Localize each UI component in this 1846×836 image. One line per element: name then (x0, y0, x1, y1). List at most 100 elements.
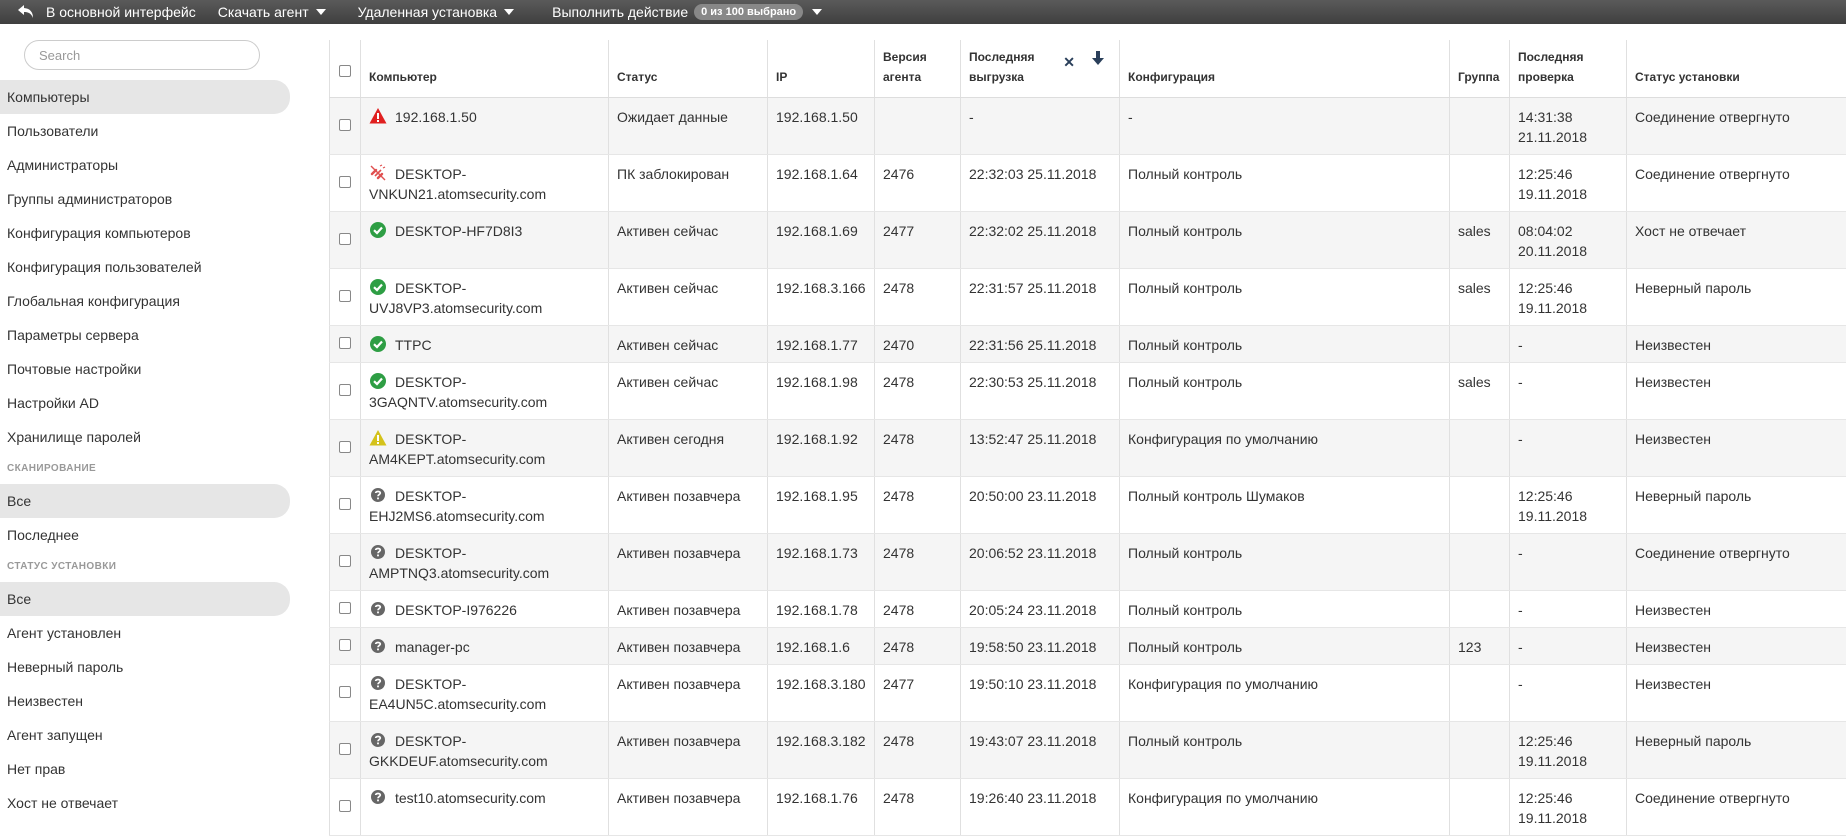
table-row[interactable]: DESKTOP-AM4KEPT.atomsecurity.com Активен … (330, 419, 1846, 476)
row-checkbox[interactable] (339, 119, 351, 131)
col-last-check[interactable]: Последняяпроверка (1510, 40, 1627, 97)
sidebar-item[interactable]: Нет прав (0, 752, 290, 786)
last-check-date: 19.11.2018 (1518, 810, 1587, 826)
last-check-time: - (1518, 431, 1523, 447)
sidebar-item[interactable]: Конфигурация пользователей (0, 250, 290, 284)
last-check-time: - (1518, 602, 1523, 618)
sidebar-item[interactable]: Неверный пароль (0, 650, 290, 684)
remote-install-menu[interactable]: Удаленная установка (358, 0, 515, 24)
table-row[interactable]: TTPCАктивен сейчас192.168.1.77247022:31:… (330, 325, 1846, 362)
ip-cell: 192.168.1.77 (768, 325, 875, 362)
install-status-cell: Неверный пароль (1627, 721, 1846, 778)
sidebar-item[interactable]: Агент установлен (0, 616, 290, 650)
computer-cell: test10.atomsecurity.com (361, 778, 609, 835)
table-row[interactable]: DESKTOP-3GAQNTV.atomsecurity.comАктивен … (330, 362, 1846, 419)
last-check-time: - (1518, 676, 1523, 692)
computer-cell: DESKTOP-GKKDEUF.atomsecurity.com (361, 721, 609, 778)
sidebar-item[interactable]: Группы администраторов (0, 182, 290, 216)
row-checkbox[interactable] (339, 800, 351, 812)
install-status-cell: Неизвестен (1627, 590, 1846, 627)
row-select-cell (330, 778, 361, 835)
config-cell: Полный контроль (1120, 211, 1450, 268)
row-checkbox[interactable] (339, 176, 351, 188)
last-check-cell: - (1510, 362, 1627, 419)
sidebar-item[interactable]: Параметры сервера (0, 318, 290, 352)
row-checkbox[interactable] (339, 290, 351, 302)
row-checkbox[interactable] (339, 233, 351, 245)
col-last-upload[interactable]: Последняявыгрузка ✕ (961, 40, 1120, 97)
table-row[interactable]: DESKTOP-EHJ2MS6.atomsecurity.comАктивен … (330, 476, 1846, 533)
sidebar-item[interactable]: Все (0, 484, 290, 518)
table-row[interactable]: 192.168.1.50Ожидает данные192.168.1.50--… (330, 97, 1846, 154)
last-check-time: 12:25:46 (1518, 733, 1573, 749)
sidebar-item[interactable]: Почтовые настройки (0, 352, 290, 386)
group-cell (1450, 664, 1510, 721)
sort-descending-icon[interactable] (1091, 50, 1105, 66)
col-install-status[interactable]: Статус установки (1627, 40, 1846, 97)
table-header-row: Компьютер Статус IP Версияагента Последн… (330, 40, 1846, 97)
row-checkbox[interactable] (339, 337, 351, 349)
col-status[interactable]: Статус (609, 40, 768, 97)
computer-name: DESKTOP-AM4KEPT.atomsecurity.com (369, 431, 545, 467)
row-checkbox[interactable] (339, 639, 351, 651)
sidebar-item[interactable]: Все (0, 582, 290, 616)
agent-version-cell: 2478 (875, 721, 961, 778)
table-row[interactable]: test10.atomsecurity.comАктивен позавчера… (330, 778, 1846, 835)
sidebar-item[interactable]: Настройки AD (0, 386, 290, 420)
table-row[interactable]: DESKTOP-HF7D8I3Активен сейчас192.168.1.6… (330, 211, 1846, 268)
col-group[interactable]: Группа (1450, 40, 1510, 97)
group-cell (1450, 721, 1510, 778)
table-row[interactable]: manager-pcАктивен позавчера192.168.1.624… (330, 627, 1846, 664)
computer-name: TTPC (395, 337, 432, 353)
row-checkbox[interactable] (339, 602, 351, 614)
sidebar-item[interactable]: Компьютеры (0, 80, 290, 114)
sidebar-item[interactable]: Глобальная конфигурация (0, 284, 290, 318)
sidebar-item[interactable]: Последнее (0, 518, 290, 552)
group-cell (1450, 325, 1510, 362)
select-all-checkbox[interactable] (339, 65, 351, 77)
row-checkbox[interactable] (339, 555, 351, 567)
last-upload-cell: 22:32:02 25.11.2018 (961, 211, 1120, 268)
last-check-cell: - (1510, 664, 1627, 721)
col-ip[interactable]: IP (768, 40, 875, 97)
sidebar-item[interactable]: Конфигурация компьютеров (0, 216, 290, 250)
sidebar-item[interactable]: Неизвестен (0, 684, 290, 718)
table-row[interactable]: DESKTOP-GKKDEUF.atomsecurity.comАктивен … (330, 721, 1846, 778)
table-row[interactable]: DESKTOP-EA4UN5C.atomsecurity.comАктивен … (330, 664, 1846, 721)
table-row[interactable]: DESKTOP-AMPTNQ3.atomsecurity.comАктивен … (330, 533, 1846, 590)
table-row[interactable]: DESKTOP-VNKUN21.atomsecurity.comПК забло… (330, 154, 1846, 211)
sidebar-item[interactable]: Хост не отвечает (0, 786, 290, 820)
sidebar-item[interactable]: Агент запущен (0, 718, 290, 752)
status-cell: Активен сейчас (609, 211, 768, 268)
last-check-cell: 12:25:4619.11.2018 (1510, 154, 1627, 211)
col-computer[interactable]: Компьютер (361, 40, 609, 97)
row-select-cell (330, 154, 361, 211)
clear-sort-icon[interactable]: ✕ (1063, 52, 1075, 72)
download-agent-menu[interactable]: Скачать агент (218, 0, 326, 24)
last-check-cell: - (1510, 325, 1627, 362)
question-circle-icon (369, 731, 387, 749)
question-circle-icon (369, 600, 387, 618)
status-cell: Активен позавчера (609, 476, 768, 533)
sidebar-item[interactable]: Хранилище паролей (0, 420, 290, 454)
agent-version-cell: 2478 (875, 778, 961, 835)
status-cell: Активен сегодня (609, 419, 768, 476)
col-config[interactable]: Конфигурация (1120, 40, 1450, 97)
table-row[interactable]: DESKTOP-UVJ8VP3.atomsecurity.comАктивен … (330, 268, 1846, 325)
row-checkbox[interactable] (339, 498, 351, 510)
col-agent-version[interactable]: Версияагента (875, 40, 961, 97)
sidebar-item[interactable]: Пользователи (0, 114, 290, 148)
perform-action-menu[interactable]: Выполнить действие 0 из 100 выбрано (552, 0, 822, 24)
row-checkbox[interactable] (339, 743, 351, 755)
row-checkbox[interactable] (339, 384, 351, 396)
row-checkbox[interactable] (339, 686, 351, 698)
table-row[interactable]: DESKTOP-I976226Активен позавчера192.168.… (330, 590, 1846, 627)
sidebar-item[interactable]: Администраторы (0, 148, 290, 182)
search-input[interactable] (24, 40, 260, 70)
row-checkbox[interactable] (339, 441, 351, 453)
row-select-cell (330, 476, 361, 533)
status-cell: Активен сейчас (609, 268, 768, 325)
back-to-main-button[interactable]: В основной интерфейс (16, 0, 196, 24)
computer-name: DESKTOP-HF7D8I3 (395, 223, 522, 239)
ip-cell: 192.168.1.73 (768, 533, 875, 590)
